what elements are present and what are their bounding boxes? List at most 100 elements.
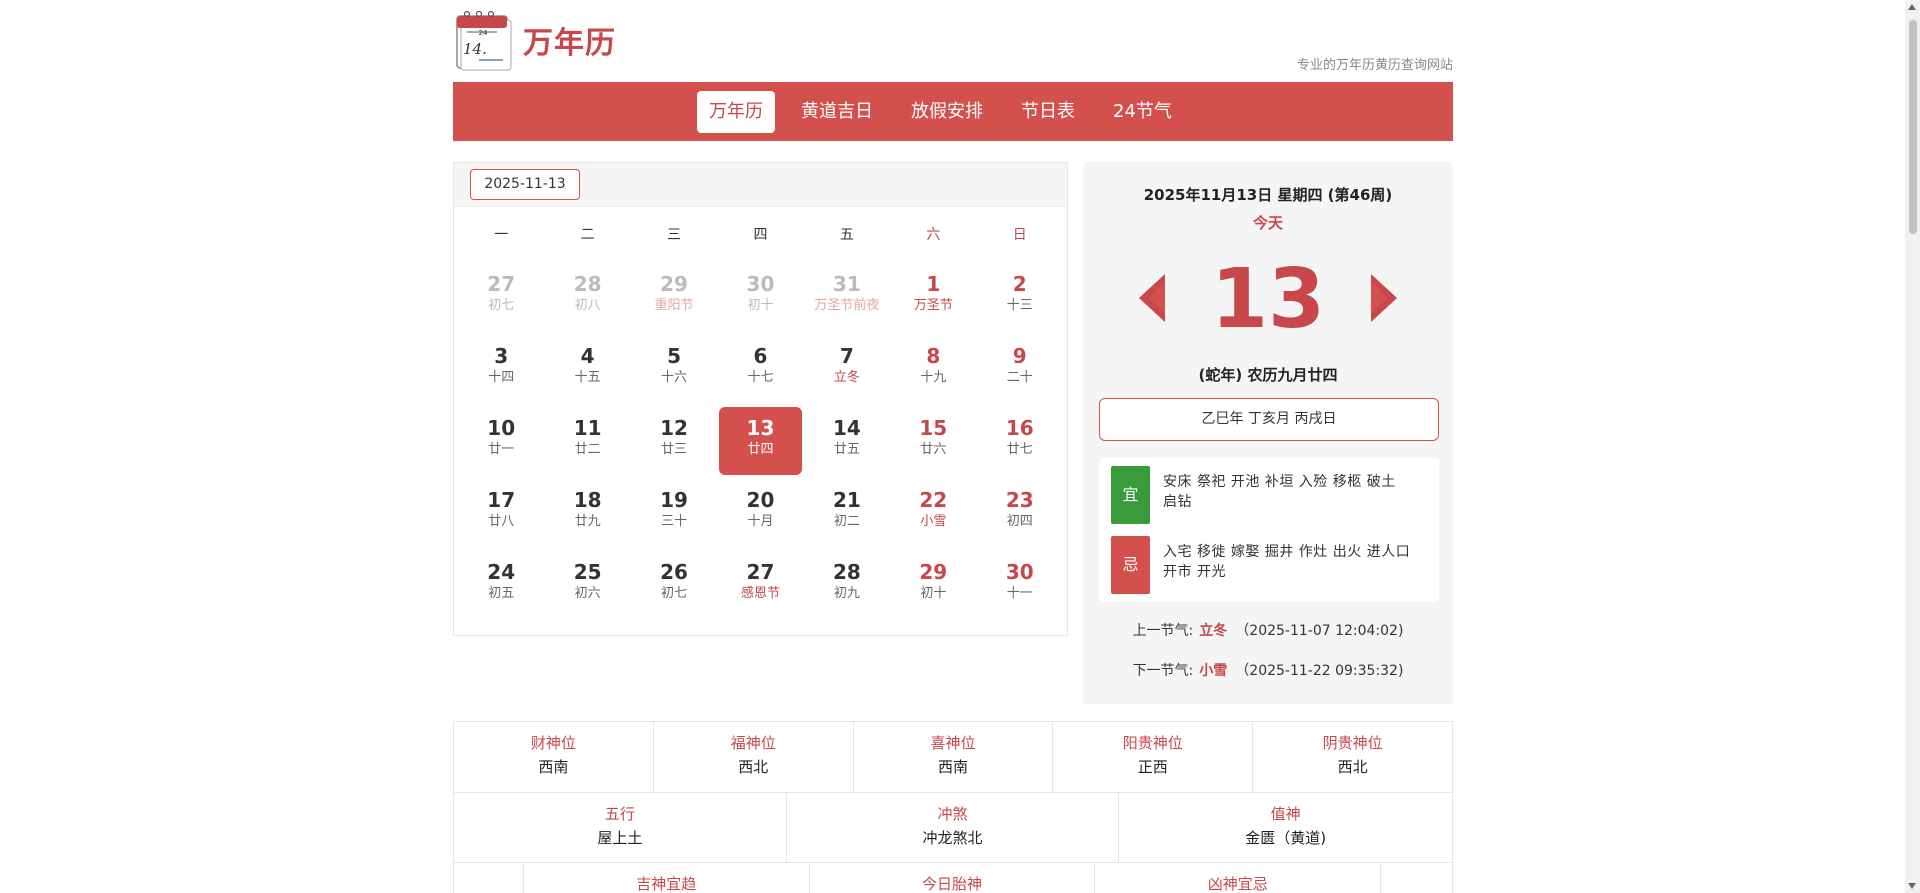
- almanac-cell: 喜神位 西南: [854, 722, 1054, 792]
- calendar-day[interactable]: 5 十六: [633, 335, 715, 403]
- calendar-day[interactable]: 22 小雪: [892, 479, 974, 547]
- calendar-day[interactable]: 29 重阳节: [633, 263, 715, 331]
- cell-label: 值神: [1270, 805, 1301, 823]
- calendar-week-row: 3 十四 4 十五 5 十六 6 十七 7 立冬 8 十九 9 二十: [458, 333, 1063, 405]
- day-lunar: 十四: [488, 370, 515, 385]
- calendar-day[interactable]: 3 十四: [460, 335, 542, 403]
- nav-item-wannianli[interactable]: 万年历: [697, 90, 775, 133]
- calendar-day[interactable]: 10 廿一: [460, 407, 542, 475]
- day-lunar: 初八: [574, 298, 601, 313]
- calendar-day[interactable]: 11 廿二: [546, 407, 628, 475]
- prev-solar-term-name[interactable]: 立冬: [1199, 623, 1227, 639]
- site-title[interactable]: 万年历: [523, 18, 616, 62]
- almanac-row: 五行 屋上土 冲煞 冲龙煞北 值神 金匮（黄道): [454, 792, 1454, 862]
- cell-label: 喜神位: [930, 734, 976, 752]
- day-lunar: 感恩节: [740, 586, 780, 601]
- cell-value: 西南: [937, 758, 968, 776]
- cell-value: 冲龙煞北: [922, 829, 983, 847]
- calendar-day[interactable]: 14 廿五: [806, 407, 888, 475]
- today-label[interactable]: 今天: [1083, 212, 1453, 233]
- prev-solar-term: 上一节气: 立冬 （2025-11-07 12:04:02): [1083, 620, 1453, 640]
- day-number: 20: [746, 488, 775, 512]
- calendar-logo-icon[interactable]: 24 14.: [453, 8, 517, 72]
- calendar-day[interactable]: 27 初七: [460, 263, 542, 331]
- day-number: 7: [839, 344, 854, 368]
- next-day-arrow-icon[interactable]: [1371, 274, 1397, 322]
- cell-value: 金匮（黄道): [1245, 829, 1327, 847]
- day-number: 13: [746, 416, 775, 440]
- calendar-day[interactable]: 12 廿三: [633, 407, 715, 475]
- nav-item-solar-terms[interactable]: 24节气: [1101, 91, 1184, 133]
- day-number: 12: [660, 416, 688, 440]
- calendar-day[interactable]: 6 十七: [719, 335, 801, 403]
- almanac-cell: 今日胎神: [810, 863, 1096, 893]
- scroll-down-arrow-icon[interactable]: [1908, 883, 1916, 889]
- calendar-day[interactable]: 30 初十: [719, 263, 801, 331]
- day-lunar: 廿七: [1006, 442, 1033, 457]
- day-number: 11: [573, 416, 602, 440]
- day-lunar: 初五: [488, 586, 515, 601]
- calendar-day[interactable]: 4 十五: [546, 335, 628, 403]
- weekday-header: 一 二 三 四 五 六 日: [454, 207, 1067, 261]
- calendar-day[interactable]: 29 初十: [892, 551, 974, 619]
- calendar-day[interactable]: 23 初四: [979, 479, 1061, 547]
- calendar-day[interactable]: 26 初七: [633, 551, 715, 619]
- day-lunar: 十月: [747, 514, 774, 529]
- day-lunar: 初四: [1006, 514, 1033, 529]
- calendar-day[interactable]: 16 廿七: [979, 407, 1061, 475]
- day-number: 26: [660, 560, 688, 584]
- calendar-day[interactable]: 17 廿八: [460, 479, 542, 547]
- calendar-week-row: 10 廿一 11 廿二 12 廿三 13 廿四 14 廿五 15 廿六 16 廿七: [458, 405, 1063, 477]
- day-lunar: 廿八: [488, 514, 515, 529]
- calendar-day[interactable]: 21 初二: [806, 479, 888, 547]
- scroll-up-arrow-icon[interactable]: [1908, 4, 1916, 10]
- day-number: 24: [487, 560, 516, 584]
- next-solar-term-label: 下一节气:: [1132, 663, 1194, 679]
- day-lunar: 廿五: [833, 442, 860, 457]
- day-lunar: 廿三: [661, 442, 688, 457]
- cell-value: 西南: [538, 758, 569, 776]
- yi-text: 安床 祭祀 开池 补垣 入殓 移柩 破土 启钻: [1163, 474, 1396, 510]
- almanac-cell: [454, 863, 524, 893]
- page-scrollbar[interactable]: [1905, 0, 1920, 893]
- day-number: 27: [746, 560, 775, 584]
- day-number: 6: [753, 344, 768, 368]
- almanac-table: 财神位 西南 福神位 西北 喜神位 西南 阳贵神位 正西 阴贵神位 西北 五行: [453, 721, 1454, 893]
- calendar-day[interactable]: 30 十一: [979, 551, 1061, 619]
- next-solar-term-name[interactable]: 小雪: [1199, 663, 1227, 679]
- scroll-thumb[interactable]: [1909, 20, 1917, 234]
- nav-item-festivals[interactable]: 节日表: [1009, 91, 1087, 133]
- day-number: 28: [832, 560, 861, 584]
- calendar-day[interactable]: 7 立冬: [806, 335, 888, 403]
- calendar-day[interactable]: 27 感恩节: [719, 551, 801, 619]
- calendar-day[interactable]: 25 初六: [546, 551, 628, 619]
- almanac-cell: 吉神宜趋: [524, 863, 810, 893]
- calendar-day[interactable]: 24 初五: [460, 551, 542, 619]
- date-picker-input[interactable]: 2025-11-13: [470, 169, 580, 200]
- almanac-cell: 阴贵神位 西北: [1253, 722, 1453, 792]
- day-number: 3: [494, 344, 509, 368]
- ganzhi-box: 乙巳年 丁亥月 丙戌日: [1099, 398, 1439, 441]
- day-lunar: 廿一: [488, 442, 515, 457]
- calendar-day[interactable]: 8 十九: [892, 335, 974, 403]
- calendar-day[interactable]: 19 三十: [633, 479, 715, 547]
- calendar-day[interactable]: 2 十三: [979, 263, 1061, 331]
- calendar-day[interactable]: 15 廿六: [892, 407, 974, 475]
- calendar-day[interactable]: 31 万圣节前夜: [806, 263, 888, 331]
- nav-item-holiday[interactable]: 放假安排: [899, 91, 995, 133]
- almanac-cell: 凶神宜忌: [1095, 863, 1382, 893]
- calendar-day[interactable]: 28 初八: [546, 263, 628, 331]
- calendar-day[interactable]: 20 十月: [719, 479, 801, 547]
- calendar-day[interactable]: 9 二十: [979, 335, 1061, 403]
- calendar-day[interactable]: 28 初九: [806, 551, 888, 619]
- calendar-day[interactable]: 18 廿九: [546, 479, 628, 547]
- day-number: 5: [667, 344, 682, 368]
- calendar-week-row: 27 初七 28 初八 29 重阳节 30 初十 31 万圣节前夜 1 万圣节 2 十三: [458, 261, 1063, 333]
- calendar-day[interactable]: 1 万圣节: [892, 263, 974, 331]
- day-lunar: 初十: [920, 586, 947, 601]
- nav-item-huangdao[interactable]: 黄道吉日: [789, 91, 885, 133]
- day-lunar: 初七: [488, 298, 515, 313]
- calendar-day-today[interactable]: 13 廿四: [719, 407, 802, 475]
- day-number: 29: [919, 560, 948, 584]
- calendar-grid: 27 初七 28 初八 29 重阳节 30 初十 31 万圣节前夜 1 万圣节 2 十三 3 十四 4 十五 5 十六…: [454, 261, 1067, 621]
